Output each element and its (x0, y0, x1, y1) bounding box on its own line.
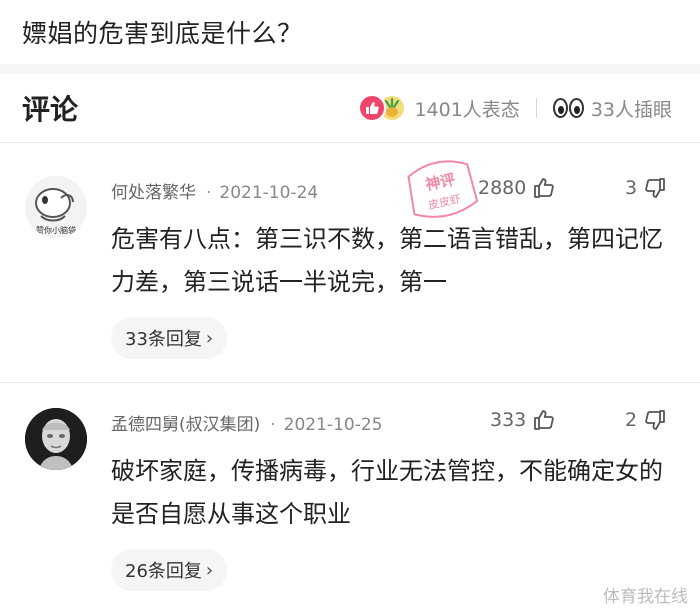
svg-text:赞你小脑袋: 赞你小脑袋 (36, 225, 76, 235)
reactions-separator (535, 98, 537, 118)
view-replies-button[interactable]: 26条回复 › (111, 549, 228, 591)
like-button[interactable]: 333 (490, 408, 556, 432)
featured-comment-stamp: 神评 皮皮虾 (392, 150, 492, 230)
eyes-icon (552, 98, 585, 118)
question-title: 嫖娼的危害到底是什么？ (22, 19, 303, 48)
thumbs-down-icon (645, 178, 665, 198)
svg-text:神评: 神评 (424, 170, 457, 194)
comment-body: 破坏家庭，传播病毒，行业无法管控，不能确定女的是否自愿从事这个职业 (111, 457, 663, 528)
thumbs-down-icon (645, 410, 665, 430)
reactions-count: 1401人表态 (414, 98, 520, 121)
dislike-count: 3 (625, 177, 638, 199)
chevron-right-icon: › (205, 327, 214, 349)
cartoon-avatar-icon[interactable]: 赞你小脑袋 (25, 176, 87, 238)
dislike-button[interactable]: 3 (625, 176, 667, 200)
dislike-count: 2 (625, 409, 638, 431)
svg-text:皮皮虾: 皮皮虾 (427, 192, 462, 212)
thumbs-up-icon (534, 178, 555, 198)
comment-date: 2021-10-25 (283, 415, 383, 435)
comments-header: 评论 1401人表态 33人插眼 (0, 74, 700, 142)
dislike-button[interactable]: 2 (625, 408, 667, 432)
header-divider (0, 142, 700, 143)
comment-username[interactable]: 孟德四舅(叔汉集团) · 2021-10-25 (111, 410, 382, 435)
eyes-count: 33人插眼 (590, 98, 672, 121)
comments-title: 评论 (22, 93, 79, 126)
sculpture-avatar-icon[interactable] (25, 408, 87, 470)
chevron-right-icon: › (205, 559, 214, 581)
watermark-text: 体育我在线 (603, 587, 688, 607)
comment-body: 危害有八点：第三识不数，第二语言错乱，第四记忆力差，第三说话一半说完，第一 (111, 225, 663, 296)
view-replies-button[interactable]: 33条回复 › (111, 317, 228, 359)
comment-divider (0, 382, 700, 383)
like-count: 333 (490, 409, 527, 431)
comment-username[interactable]: 何处落繁华 · 2021-10-24 (111, 178, 318, 203)
reactions-bar[interactable]: 1401人表态 33人插眼 (358, 92, 672, 124)
section-divider (0, 64, 700, 74)
thumbs-up-icon (534, 410, 555, 430)
comment-date: 2021-10-24 (219, 183, 319, 203)
